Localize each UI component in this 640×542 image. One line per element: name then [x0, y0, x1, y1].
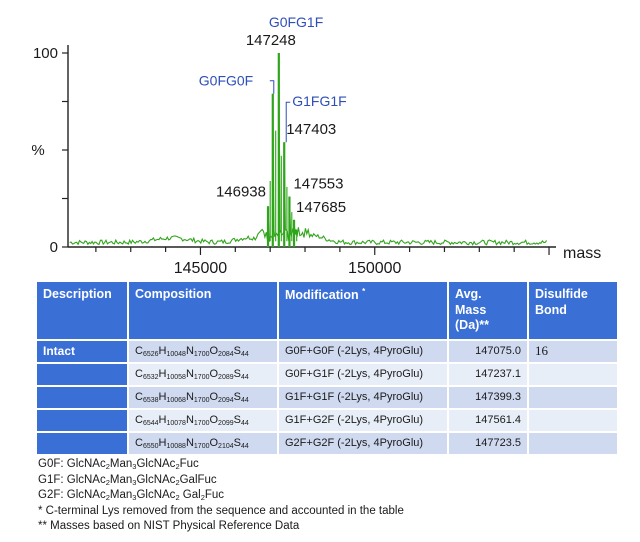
cell-description	[37, 432, 127, 454]
cell-modification: G2F+G2F (-2Lys, 4PyroGlu)	[279, 432, 447, 454]
note-g2f: G2F: GlcNAc2Man3GlcNAc2 Gal2Fuc	[38, 489, 225, 502]
header-description: Description	[37, 282, 127, 339]
y-tick-label: 0	[50, 239, 58, 256]
y-tick-label: 100	[33, 45, 58, 62]
cell-avg-mass: 147723.5	[449, 432, 527, 454]
header-avg-mass: Avg. Mass (Da)**	[449, 282, 527, 339]
cell-composition: C6544H10078N1700O2099S44	[129, 409, 277, 431]
cell-composition: C6526H10048N1700O2084S44	[129, 340, 277, 362]
peak-label: G0FG0F	[199, 73, 253, 89]
table-row: C6550H10088N1700O2104S44 G2F+G2F (-2Lys, …	[37, 432, 617, 454]
spectrum-trace	[69, 52, 548, 246]
cell-composition: C6550H10088N1700O2104S44	[129, 432, 277, 454]
cell-disulfide-bond: 16	[529, 340, 617, 362]
cell-avg-mass: 147561.4	[449, 409, 527, 431]
composition-table: Description Composition Modification * A…	[35, 280, 619, 456]
cell-description: Intact	[37, 340, 127, 362]
note-g0f: G0F: GlcNAc2Man3GlcNAc2Fuc	[38, 458, 199, 471]
table-row: C6544H10078N1700O2099S44 G1F+G2F (-2Lys, …	[37, 409, 617, 431]
y-axis-title: %	[31, 142, 44, 159]
cell-disulfide-bond	[529, 386, 617, 408]
peak-label: 147248	[246, 32, 296, 49]
peak-annotations: G0FG1F 147248 G0FG0F G1FG1F 147403 146938 1475…	[199, 14, 347, 247]
cell-modification: G1F+G1F (-2Lys, 4PyroGlu)	[279, 386, 447, 408]
cell-description	[37, 386, 127, 408]
peak-label: 146938	[216, 183, 266, 200]
table-row: C6538H10068N1700O2094S44 G1F+G1F (-2Lys, …	[37, 386, 617, 408]
label-leader	[269, 80, 275, 94]
cell-composition: C6538H10068N1700O2094S44	[129, 386, 277, 408]
cell-modification: G0F+G1F (-2Lys, 4PyroGlu)	[279, 363, 447, 385]
header-composition: Composition	[129, 282, 277, 339]
cell-description	[37, 409, 127, 431]
cell-avg-mass: 147075.0	[449, 340, 527, 362]
cell-avg-mass: 147237.1	[449, 363, 527, 385]
header-modification: Modification *	[279, 282, 447, 339]
table-body: Intact C6526H10048N1700O2084S44 G0F+G0F (-…	[37, 340, 617, 454]
footnote-lys: * C-terminal Lys removed from the sequen…	[38, 504, 404, 517]
cell-modification: G1F+G2F (-2Lys, 4PyroGlu)	[279, 409, 447, 431]
peak-label: 147403	[286, 121, 336, 138]
cell-disulfide-bond	[529, 432, 617, 454]
table-row: Intact C6526H10048N1700O2084S44 G0F+G0F (-…	[37, 340, 617, 362]
x-tick-label: 145000	[174, 260, 227, 277]
cell-modification: G0F+G0F (-2Lys, 4PyroGlu)	[279, 340, 447, 362]
note-g1f: G1F: GlcNAc2Man3GlcNAc2GalFuc	[38, 473, 217, 487]
footnote-nist: ** Masses based on NIST Physical Referen…	[38, 520, 300, 532]
cell-disulfide-bond	[529, 363, 617, 385]
table-header-row: Description Composition Modification * A…	[37, 282, 617, 339]
cell-avg-mass: 147399.3	[449, 386, 527, 408]
table-row: C6532H10058N1700O2089S44 G0F+G1F (-2Lys, …	[37, 363, 617, 385]
cell-disulfide-bond	[529, 409, 617, 431]
peak-label: G0FG1F	[269, 14, 323, 30]
x-tick-label: 150000	[348, 260, 401, 277]
peak-label: G1FG1F	[292, 93, 346, 109]
peak-label: 147685	[296, 199, 346, 216]
cell-composition: C6532H10058N1700O2089S44	[129, 363, 277, 385]
cell-description	[37, 363, 127, 385]
x-axis-title: mass	[563, 245, 601, 262]
peak-label: 147553	[293, 176, 343, 193]
header-disulfide-bond: Disulfide Bond	[529, 282, 617, 339]
mass-spectrum-chart: 0 100% 145000 150000 mass G0FG1F 147248 G0FG0F…	[31, 14, 601, 277]
legend-notes: G0F: GlcNAc2Man3GlcNAc2Fuc G1F: GlcNAc2M…	[38, 457, 404, 535]
